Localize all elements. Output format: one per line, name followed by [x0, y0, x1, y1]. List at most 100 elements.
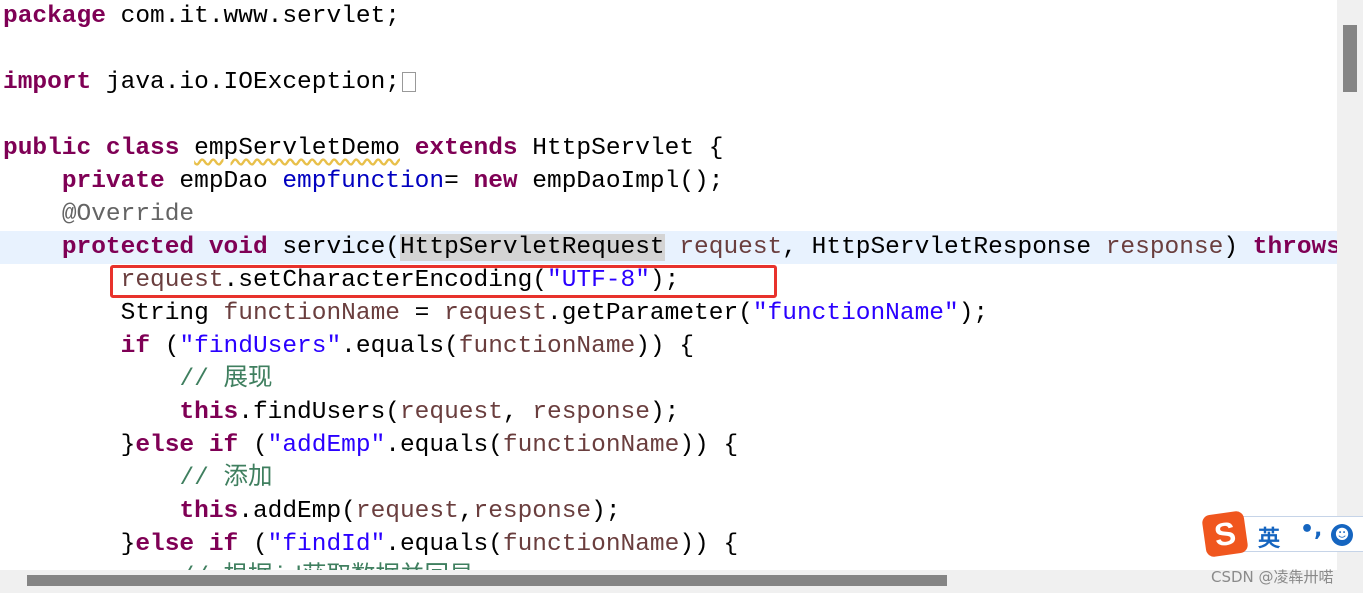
code-token: )) {	[679, 432, 739, 459]
code-token: HttpServletRequest	[399, 234, 665, 261]
code-token: // 展现	[179, 366, 273, 393]
code-token: extends	[414, 135, 518, 162]
code-token: request	[444, 300, 548, 327]
ime-toolbar[interactable]: S 英 •, ☻	[1200, 510, 1363, 558]
code-token: functionName	[458, 333, 636, 360]
code-token: =	[399, 300, 445, 327]
code-token: private	[61, 168, 165, 195]
code-line[interactable]: public class empServletDemo extends Http…	[0, 132, 1337, 165]
code-line[interactable]: if ("findUsers".equals(functionName)) {	[0, 330, 1337, 363]
code-token: empServletDemo	[194, 135, 400, 162]
code-token: =	[444, 168, 474, 195]
code-line[interactable]	[0, 33, 1337, 66]
code-token: );	[958, 300, 989, 327]
code-token: )) {	[635, 333, 695, 360]
code-token: class	[105, 135, 180, 162]
code-token: else	[135, 432, 195, 459]
code-token: // 添加	[179, 465, 273, 492]
code-line[interactable]	[0, 99, 1337, 132]
code-token: void	[208, 234, 268, 261]
vertical-scrollbar[interactable]	[1337, 0, 1363, 570]
code-line[interactable]: @Override	[0, 198, 1337, 231]
code-token: request	[399, 399, 503, 426]
code-token: "addEmp"	[267, 432, 386, 459]
code-token: "findId"	[267, 531, 386, 558]
code-token: this	[179, 498, 239, 525]
code-token: @Override	[61, 201, 195, 228]
code-token: )	[1223, 234, 1253, 261]
code-token: empDao	[164, 168, 283, 195]
code-token: functionName	[223, 300, 400, 327]
ime-language-toggle[interactable]: 英	[1258, 521, 1280, 553]
code-line[interactable]: }else if ("findId".equals(functionName))…	[0, 528, 1337, 561]
code-token: ,	[458, 498, 474, 525]
code-token: java.io.IOException;	[91, 69, 400, 96]
code-line[interactable]: protected void service(HttpServletReques…	[0, 231, 1337, 264]
code-line[interactable]: this.addEmp(request,response);	[0, 495, 1337, 528]
code-line[interactable]: this.findUsers(request, response);	[0, 396, 1337, 429]
code-token: response	[532, 399, 650, 426]
code-token: empDaoImpl();	[517, 168, 724, 195]
horizontal-scrollbar[interactable]	[0, 570, 1363, 593]
code-token: );	[649, 399, 680, 426]
highlight-annotation-box	[110, 265, 777, 298]
code-token: }	[3, 432, 136, 459]
code-token: .equals(	[341, 333, 459, 360]
folded-imports-icon[interactable]	[401, 71, 416, 92]
ime-punctuation-toggle[interactable]: •,	[1300, 517, 1322, 542]
vertical-scrollbar-thumb[interactable]	[1343, 25, 1357, 92]
code-token: throws	[1252, 234, 1337, 261]
code-token: .findUsers(	[238, 399, 400, 426]
code-token: .equals(	[385, 531, 503, 558]
code-line[interactable]: // 根据id获取数据并回显	[0, 561, 1337, 570]
code-token: import	[3, 69, 92, 96]
code-token: functionName	[502, 432, 680, 459]
code-token: .addEmp(	[238, 498, 356, 525]
code-token: request	[355, 498, 459, 525]
horizontal-scrollbar-thumb[interactable]	[27, 575, 947, 586]
code-line[interactable]: private empDao empfunction= new empDaoIm…	[0, 165, 1337, 198]
code-line[interactable]: String functionName = request.getParamet…	[0, 297, 1337, 330]
code-line[interactable]: }else if ("addEmp".equals(functionName))…	[0, 429, 1337, 462]
code-token: );	[591, 498, 621, 525]
code-line[interactable]: // 展现	[0, 363, 1337, 396]
code-token: functionName	[502, 531, 680, 558]
code-token: (	[238, 531, 268, 558]
code-token: com.it.www.servlet;	[105, 3, 400, 30]
code-token: this	[179, 399, 239, 426]
code-token: ,	[502, 399, 533, 426]
code-line[interactable]: package com.it.www.servlet;	[0, 0, 1337, 33]
code-token: empfunction	[282, 168, 445, 195]
code-token: (	[150, 333, 180, 360]
sogou-logo-icon[interactable]: S	[1201, 510, 1249, 558]
code-token: (	[238, 432, 268, 459]
code-token: response	[473, 498, 592, 525]
code-line[interactable]: // 添加	[0, 462, 1337, 495]
code-token: if	[208, 432, 239, 459]
code-token: else	[135, 531, 195, 558]
code-token: .equals(	[385, 432, 503, 459]
code-token: new	[473, 168, 518, 195]
code-token: public	[3, 135, 92, 162]
code-token: protected	[61, 234, 195, 261]
code-line[interactable]: import java.io.IOException;	[0, 66, 1337, 99]
code-token: if	[208, 531, 239, 558]
emoji-icon[interactable]: ☻	[1331, 524, 1353, 546]
code-token: package	[3, 3, 106, 30]
code-token: response	[1105, 234, 1224, 261]
code-token: if	[120, 333, 151, 360]
